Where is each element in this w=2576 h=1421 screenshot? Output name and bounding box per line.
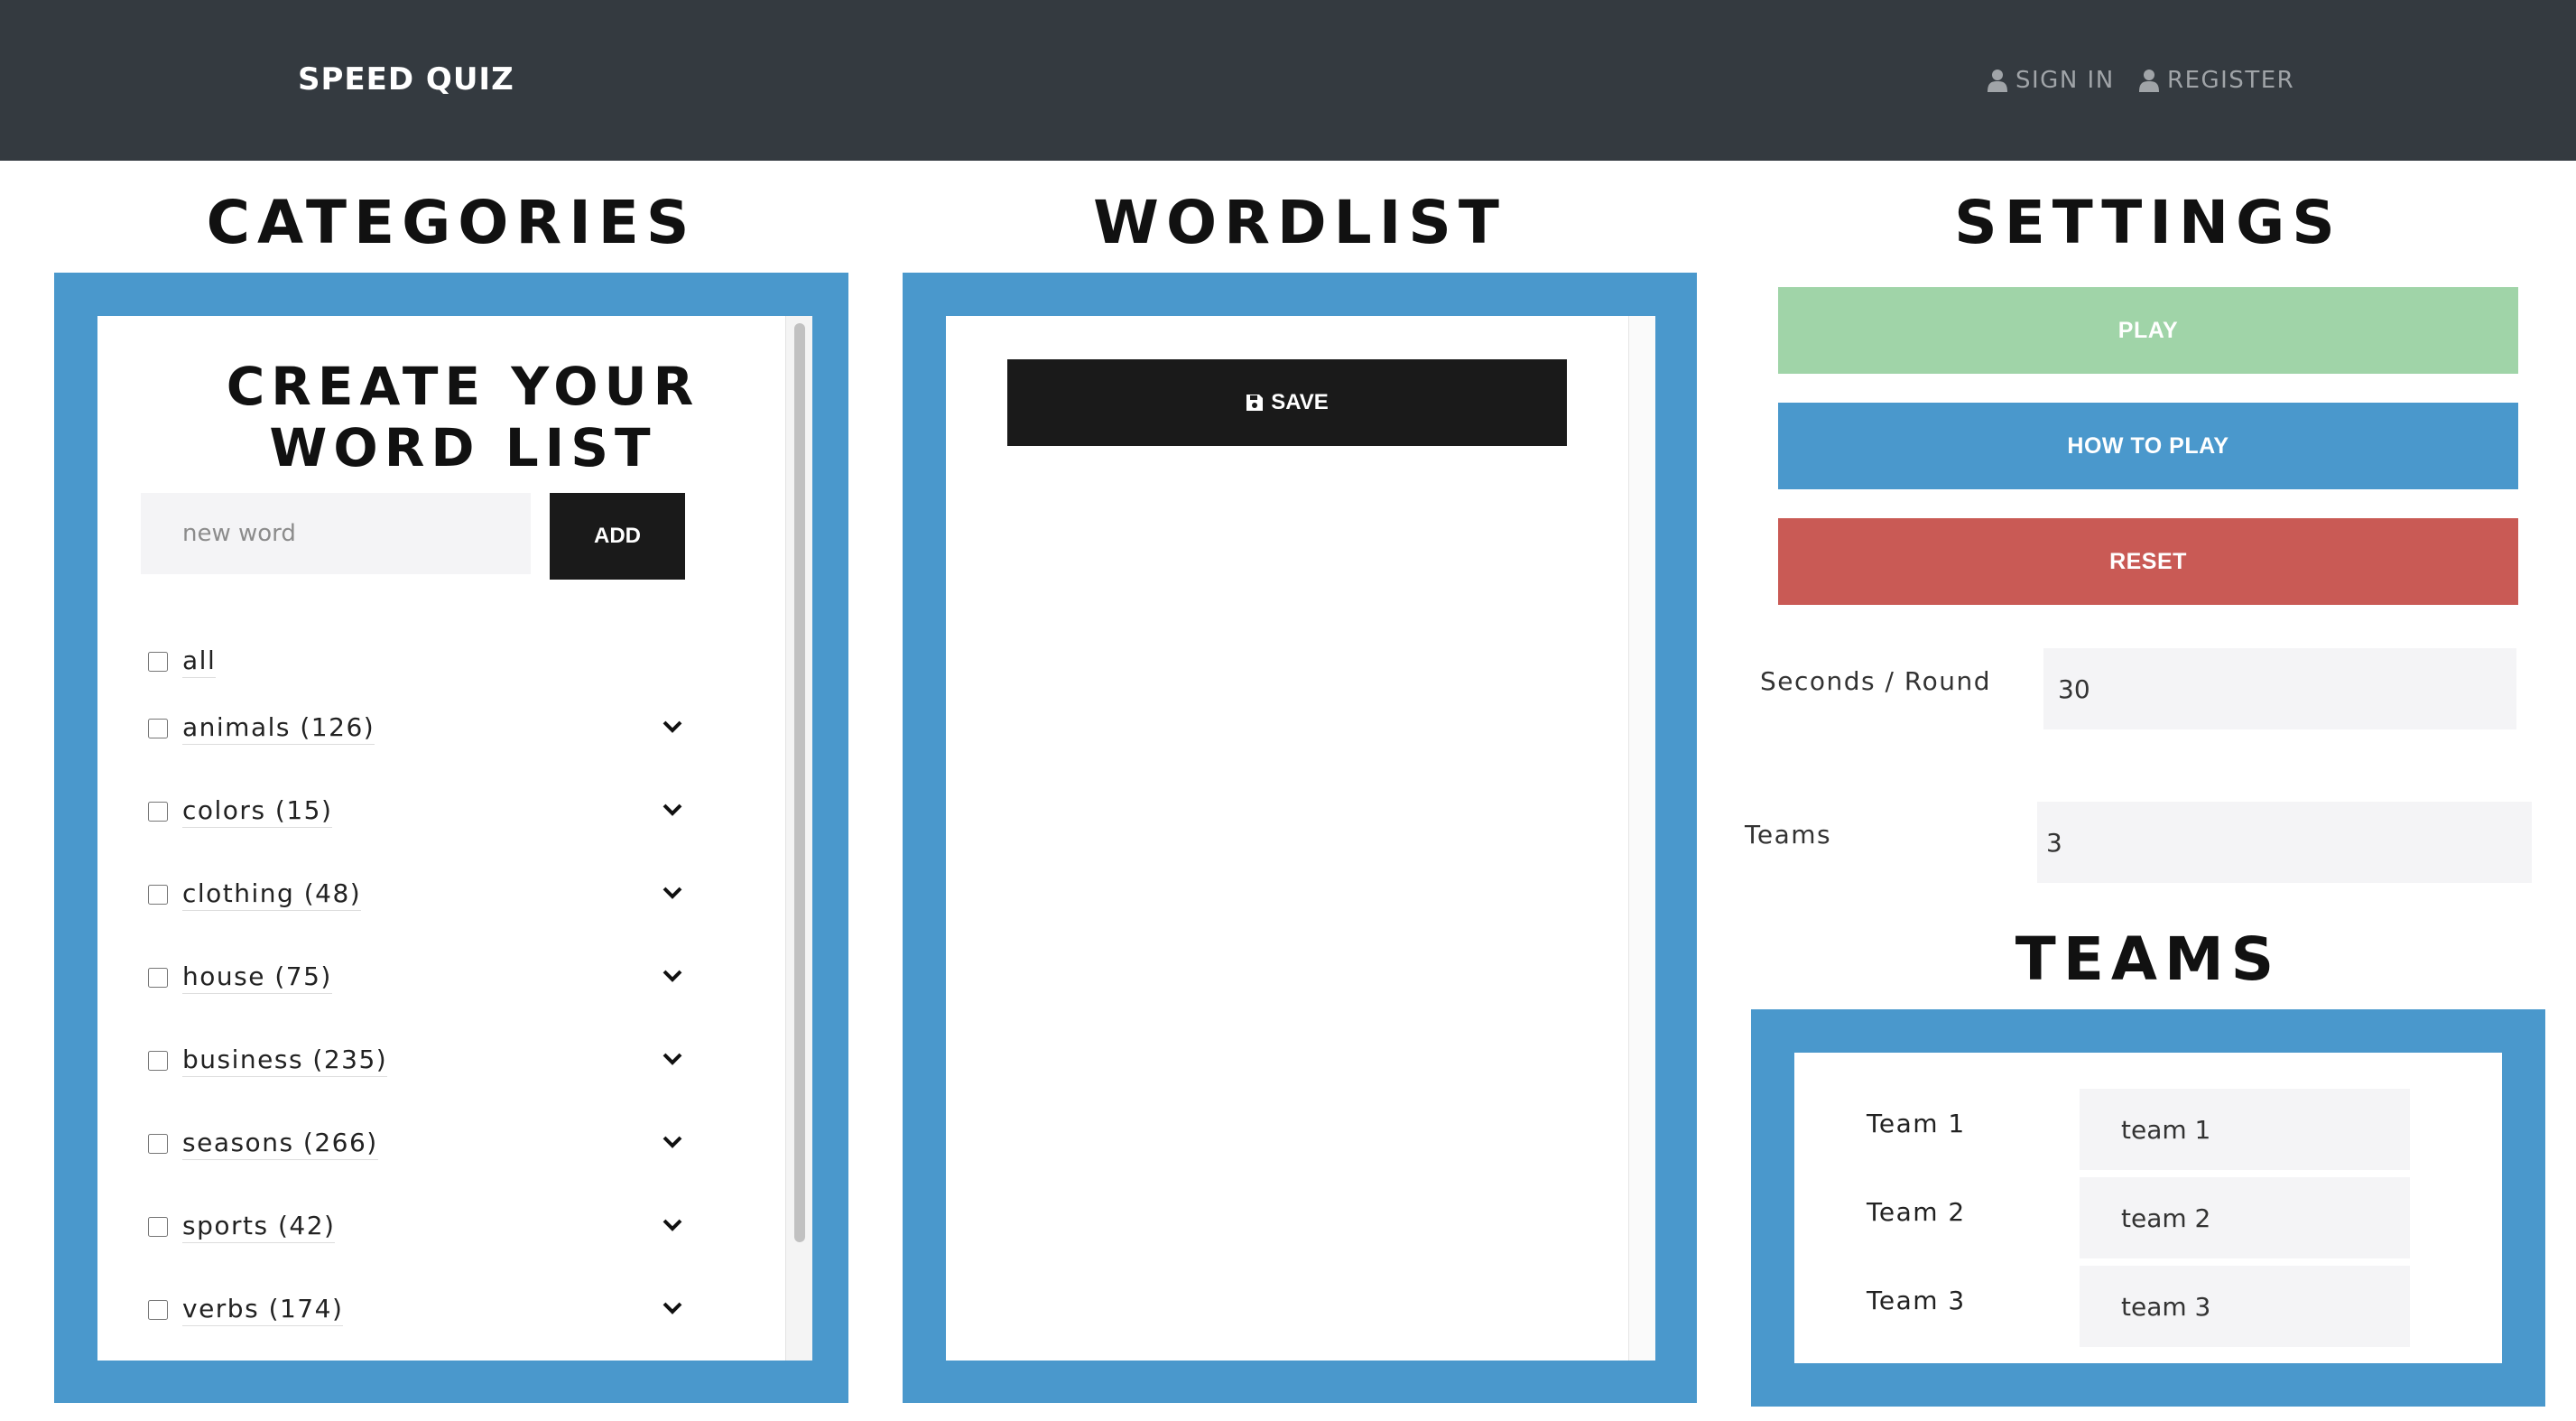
categories-panel: CREATE YOUR WORD LIST ADD all animals (12… [54,273,848,1403]
category-label: clothing (48) [182,878,362,911]
wordlist-heading: WORDLIST [1093,188,1506,257]
categories-scrollbar[interactable] [785,316,812,1361]
user-icon [2139,70,2159,92]
category-item[interactable]: all [148,639,217,684]
seconds-per-round-input[interactable] [2043,648,2516,729]
category-item[interactable]: business (235) [148,1038,388,1083]
sign-in-label: SIGN IN [2015,67,2115,94]
reset-button[interactable]: RESET [1778,518,2518,605]
category-item[interactable]: verbs (174) [148,1287,344,1333]
team-name-input[interactable] [2080,1089,2410,1170]
category-checkbox[interactable] [148,652,168,672]
team-label: Team 2 [1867,1197,1966,1227]
category-label: sports (42) [182,1211,336,1243]
team-name-input[interactable] [2080,1266,2410,1347]
how-to-play-button[interactable]: HOW TO PLAY [1778,403,2518,489]
category-item[interactable]: seasons (266) [148,1121,378,1166]
save-button[interactable]: SAVE [1007,359,1567,446]
play-button[interactable]: PLAY [1778,287,2518,374]
chevron-down-icon[interactable] [662,1051,683,1067]
save-label: SAVE [1271,390,1329,414]
register-label: REGISTER [2167,67,2295,94]
chevron-down-icon[interactable] [662,1300,683,1316]
add-word-button[interactable]: ADD [550,493,685,580]
chevron-down-icon[interactable] [662,719,683,735]
category-checkbox[interactable] [148,1134,168,1154]
chevron-down-icon[interactable] [662,1134,683,1150]
category-label: colors (15) [182,795,333,828]
team-label: Team 1 [1867,1109,1966,1138]
new-word-input[interactable] [141,493,531,574]
register-link[interactable]: REGISTER [2139,67,2294,94]
category-label: seasons (266) [182,1128,378,1160]
sign-in-link[interactable]: SIGN IN [1988,67,2115,94]
create-word-list-title: CREATE YOUR WORD LIST [226,356,700,478]
brand-logo[interactable]: SPEED QUIZ [298,61,514,98]
category-label: verbs (174) [182,1294,344,1326]
teams-card: Team 1 Team 2 Team 3 [1794,1053,2502,1363]
category-label: animals (126) [182,712,375,745]
category-checkbox[interactable] [148,968,168,988]
settings-heading: SETTINGS [1954,188,2342,257]
category-item[interactable]: house (75) [148,955,332,1000]
chevron-down-icon[interactable] [662,1217,683,1233]
category-item[interactable]: animals (126) [148,706,375,751]
category-checkbox[interactable] [148,1051,168,1071]
team-label: Team 3 [1867,1286,1966,1315]
chevron-down-icon[interactable] [662,802,683,818]
teams-count-input[interactable] [2037,802,2532,883]
wordlist-card: SAVE [946,316,1655,1361]
chevron-down-icon[interactable] [662,968,683,984]
teams-panel: Team 1 Team 2 Team 3 [1751,1009,2545,1407]
category-item[interactable]: sports (42) [148,1204,336,1249]
category-item[interactable]: colors (15) [148,789,333,834]
chevron-down-icon[interactable] [662,885,683,901]
category-checkbox[interactable] [148,1217,168,1237]
categories-heading: CATEGORIES [206,188,697,257]
category-checkbox[interactable] [148,885,168,905]
teams-count-label: Teams [1745,820,1832,850]
category-label: all [182,645,217,678]
category-label: house (75) [182,961,332,994]
wordlist-scrollbar[interactable] [1628,316,1655,1361]
seconds-per-round-label: Seconds / Round [1760,666,1991,696]
category-checkbox[interactable] [148,719,168,738]
category-checkbox[interactable] [148,1300,168,1320]
user-icon [1988,70,2007,92]
category-item[interactable]: clothing (48) [148,872,362,917]
scrollbar-thumb[interactable] [794,323,805,1242]
category-label: business (235) [182,1045,388,1077]
wordlist-panel: SAVE [903,273,1697,1403]
team-name-input[interactable] [2080,1177,2410,1258]
save-icon [1246,395,1264,411]
categories-card: CREATE YOUR WORD LIST ADD all animals (12… [97,316,812,1361]
category-checkbox[interactable] [148,802,168,822]
navbar: SPEED QUIZ SIGN IN REGISTER [0,0,2576,161]
teams-heading: TEAMS [2015,924,2282,994]
